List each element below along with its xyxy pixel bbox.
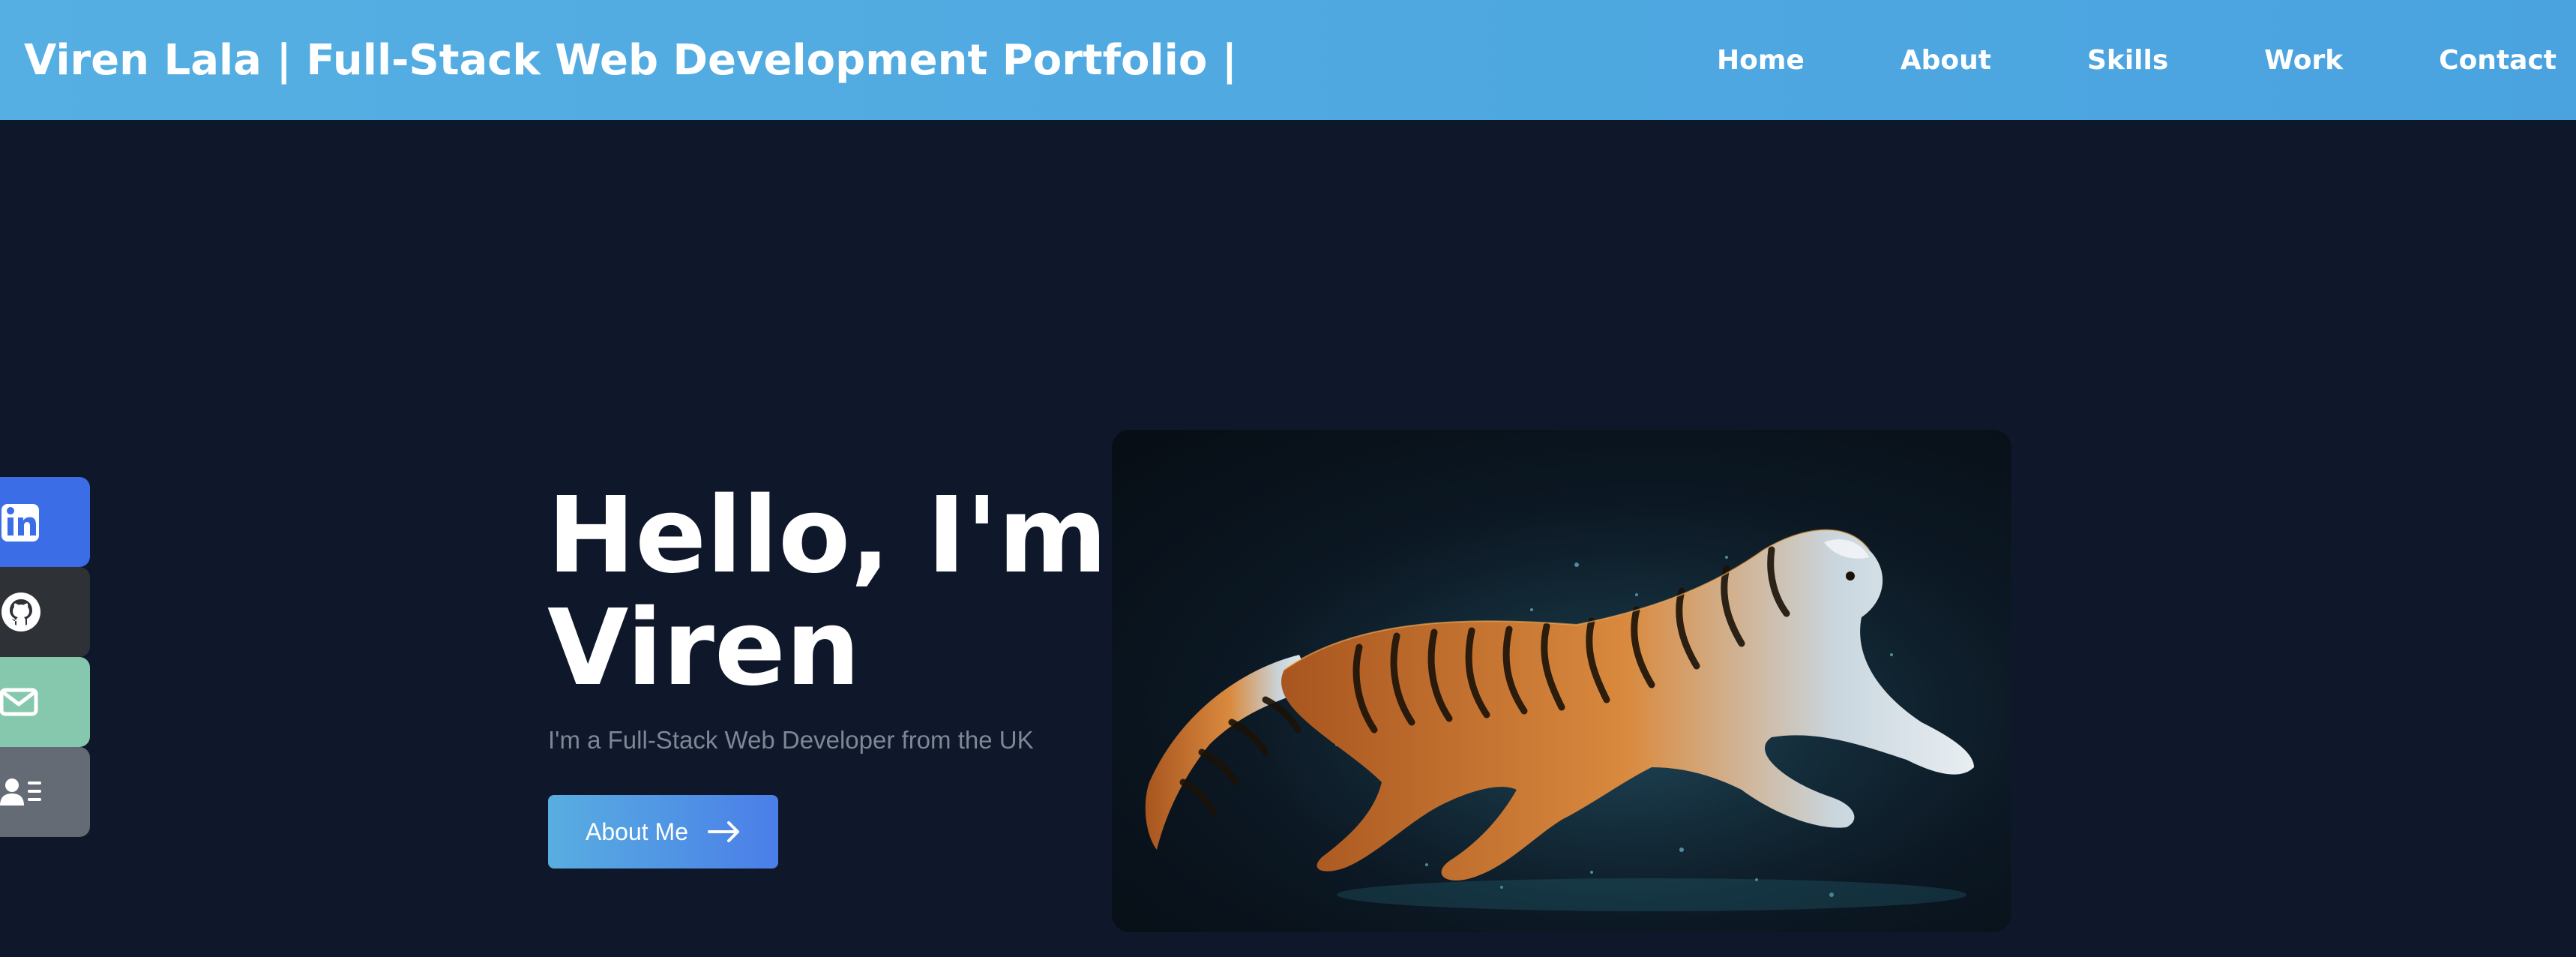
tiger-illustration [1112, 430, 2011, 932]
hero-image [1112, 430, 2011, 932]
github-icon [1, 592, 40, 632]
nav-link-contact[interactable]: Contact [2439, 45, 2557, 76]
about-me-button-label: About Me [586, 818, 688, 845]
hero-title: Hello, I'm Viren [547, 480, 1107, 705]
linkedin-icon [1, 504, 39, 542]
linkedin-button[interactable] [0, 477, 90, 567]
main-nav: Home About Skills Work Contact [1621, 0, 2557, 120]
hero-title-line1: Hello, I'm [547, 475, 1108, 597]
hero-subtitle: I'm a Full-Stack Web Developer from the … [548, 726, 1034, 754]
site-title[interactable]: Viren Lala | Full-Stack Web Development … [24, 36, 1237, 85]
hero-title-line2: Viren [547, 587, 861, 710]
resume-icon [0, 778, 41, 806]
site-header: Viren Lala | Full-Stack Web Development … [0, 0, 2576, 120]
nav-link-work[interactable]: Work [2264, 45, 2343, 76]
mail-icon [0, 688, 38, 716]
nav-link-about[interactable]: About [1901, 45, 1991, 76]
arrow-right-icon [707, 821, 739, 842]
github-button[interactable] [0, 567, 90, 657]
social-sidebar [0, 477, 90, 837]
nav-link-home[interactable]: Home [1717, 45, 1805, 76]
resume-button[interactable] [0, 747, 90, 837]
email-button[interactable] [0, 657, 90, 747]
about-me-button[interactable]: About Me [548, 795, 778, 868]
nav-link-skills[interactable]: Skills [2087, 45, 2168, 76]
